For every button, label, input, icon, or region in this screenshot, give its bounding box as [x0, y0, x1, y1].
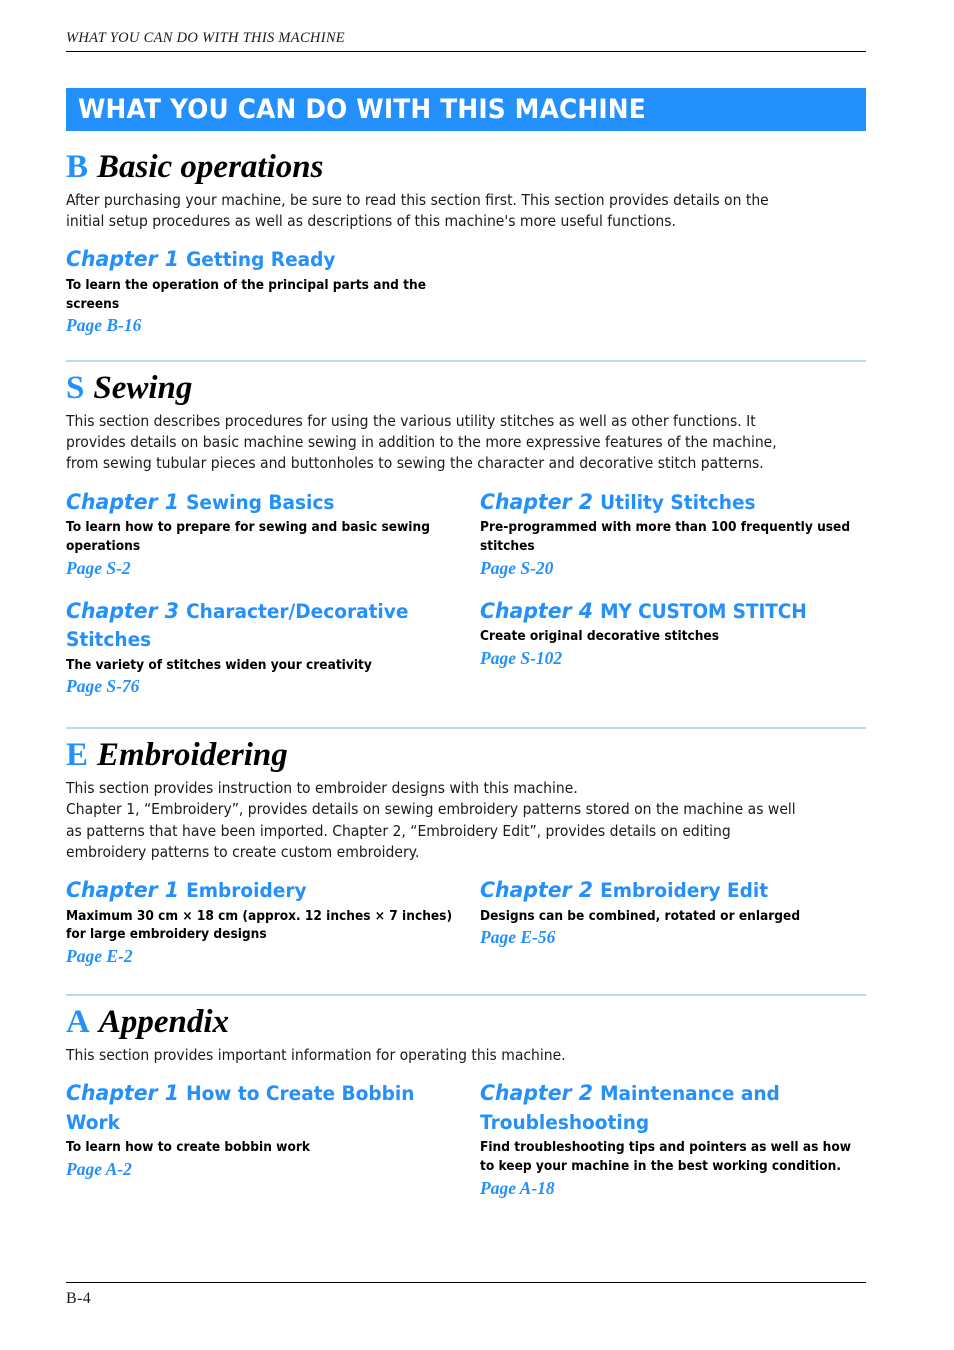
section-heading: S Sewing — [66, 370, 866, 407]
chapter-title: Chapter 1 How to Create Bobbin Work — [66, 1080, 469, 1137]
chapter-grid: Chapter 1 How to Create Bobbin Work To l… — [66, 1080, 866, 1200]
section-divider — [66, 360, 866, 363]
section-heading: B Basic operations — [66, 149, 866, 186]
chapter-title: Chapter 2 Utility Stitches — [480, 489, 855, 518]
chapter-page-reference[interactable]: Page B-16 — [66, 315, 470, 337]
chapter-number: Chapter 4 — [480, 598, 593, 624]
chapter-description: Create original decorative stitches — [480, 629, 719, 645]
page-footer: B-4 — [66, 1282, 866, 1308]
running-header: WHAT YOU CAN DO WITH THIS MACHINE — [66, 30, 866, 52]
chapter-description: To learn how to prepare for sewing and b… — [66, 520, 430, 554]
chapter-card[interactable]: Chapter 2 Utility Stitches Pre-programme… — [480, 489, 866, 580]
chapter-number: Chapter 2 — [480, 878, 593, 904]
section-description: This section describes procedures for us… — [66, 411, 777, 473]
document-page: WHAT YOU CAN DO WITH THIS MACHINE WHAT Y… — [0, 0, 954, 1350]
chapter-page-reference[interactable]: Page A-2 — [66, 1159, 470, 1181]
section-name: Sewing — [93, 370, 193, 407]
section-heading: E Embroidering — [66, 738, 866, 774]
chapter-page-reference[interactable]: Page S-2 — [66, 558, 470, 580]
section-description: This section provides instruction to emb… — [66, 778, 796, 861]
chapter-page-reference[interactable]: Page S-20 — [480, 558, 856, 580]
chapter-title: Chapter 2 Maintenance and Troubleshootin… — [480, 1080, 855, 1137]
chapter-card[interactable]: Chapter 1 Embroidery Maximum 30 cm × 18 … — [66, 877, 480, 968]
section-name: Basic operations — [97, 149, 324, 185]
chapter-grid: Chapter 1 Sewing Basics To learn how to … — [66, 489, 866, 699]
chapter-page-reference[interactable]: Page E-56 — [480, 927, 856, 949]
section-sewing: S Sewing This section describes procedure… — [66, 360, 866, 698]
section-description: This section provides important informat… — [66, 1045, 566, 1064]
section-divider — [66, 994, 866, 997]
page-title-banner: WHAT YOU CAN DO WITH THIS MACHINE — [66, 88, 866, 131]
section-appendix: A Appendix This section provides importan… — [66, 994, 866, 1199]
chapter-description: To learn the operation of the principal … — [66, 277, 426, 312]
footer-page-number: B-4 — [66, 1290, 92, 1307]
chapter-description: To learn how to create bobbin work — [66, 1140, 311, 1156]
section-basic-operations: B Basic operations After purchasing your … — [66, 149, 866, 337]
chapter-page-reference[interactable]: Page S-76 — [66, 676, 470, 698]
chapter-card[interactable]: Chapter 1 Getting Ready To learn the ope… — [66, 246, 480, 337]
section-letter: B — [66, 149, 89, 185]
chapter-name: Embroidery Edit — [600, 879, 769, 903]
chapter-name: Embroidery — [186, 879, 307, 903]
chapter-title: Chapter 1 Sewing Basics — [66, 489, 469, 518]
chapter-name: MY CUSTOM STITCH — [600, 599, 807, 623]
chapter-number: Chapter 1 — [66, 489, 179, 515]
section-divider — [66, 727, 866, 730]
chapter-name: Sewing Basics — [186, 490, 335, 514]
chapter-card[interactable]: Chapter 2 Embroidery Edit Designs can be… — [480, 877, 866, 968]
section-embroidering: E Embroidering This section provides inst… — [66, 727, 866, 968]
chapter-card[interactable]: Chapter 3 Character/Decorative Stitches … — [66, 598, 480, 699]
content-column: B Basic operations After purchasing your … — [66, 149, 866, 1199]
section-letter: E — [66, 737, 89, 774]
chapter-number: Chapter 1 — [66, 878, 179, 904]
chapter-number: Chapter 1 — [66, 1080, 179, 1106]
page-title: WHAT YOU CAN DO WITH THIS MACHINE — [77, 94, 646, 125]
chapter-number: Chapter 2 — [480, 1080, 593, 1106]
chapter-title: Chapter 2 Embroidery Edit — [480, 877, 855, 906]
section-letter: A — [66, 1004, 90, 1041]
chapter-title: Chapter 3 Character/Decorative Stitches — [66, 598, 469, 655]
chapter-page-reference[interactable]: Page A-18 — [480, 1178, 856, 1200]
chapter-title: Chapter 1 Embroidery — [66, 877, 469, 906]
running-header-text: WHAT YOU CAN DO WITH THIS MACHINE — [66, 30, 345, 46]
chapter-description: Pre-programmed with more than 100 freque… — [480, 520, 851, 554]
section-name: Embroidering — [97, 737, 288, 774]
chapter-description: Maximum 30 cm × 18 cm (approx. 12 inches… — [66, 908, 453, 943]
chapter-name: Getting Ready — [186, 248, 336, 272]
chapter-number: Chapter 2 — [480, 489, 593, 515]
chapter-page-reference[interactable]: Page E-2 — [66, 946, 470, 968]
running-header-rule — [66, 51, 866, 52]
chapter-description: Find troubleshooting tips and pointers a… — [480, 1140, 852, 1174]
chapter-number: Chapter 3 — [66, 598, 179, 624]
chapter-card[interactable]: Chapter 2 Maintenance and Troubleshootin… — [480, 1080, 866, 1200]
chapter-grid: Chapter 1 Getting Ready To learn the ope… — [66, 246, 866, 337]
chapter-card[interactable]: Chapter 1 How to Create Bobbin Work To l… — [66, 1080, 480, 1200]
chapter-description: Designs can be combined, rotated or enla… — [480, 908, 801, 924]
chapter-number: Chapter 1 — [66, 247, 179, 273]
section-name: Appendix — [98, 1004, 230, 1041]
chapter-card[interactable]: Chapter 4 MY CUSTOM STITCH Create origin… — [480, 598, 866, 699]
section-description: After purchasing your machine, be sure t… — [66, 190, 769, 230]
chapter-card[interactable]: Chapter 1 Sewing Basics To learn how to … — [66, 489, 480, 580]
section-letter: S — [66, 370, 85, 407]
chapter-name: Utility Stitches — [600, 490, 756, 514]
chapter-title: Chapter 4 MY CUSTOM STITCH — [480, 598, 855, 627]
chapter-title: Chapter 1 Getting Ready — [66, 246, 469, 275]
chapter-description: The variety of stitches widen your creat… — [66, 657, 372, 673]
chapter-page-reference[interactable]: Page S-102 — [480, 648, 856, 670]
chapter-grid: Chapter 1 Embroidery Maximum 30 cm × 18 … — [66, 877, 866, 968]
section-heading: A Appendix — [66, 1004, 866, 1041]
footer-rule — [66, 1282, 866, 1283]
